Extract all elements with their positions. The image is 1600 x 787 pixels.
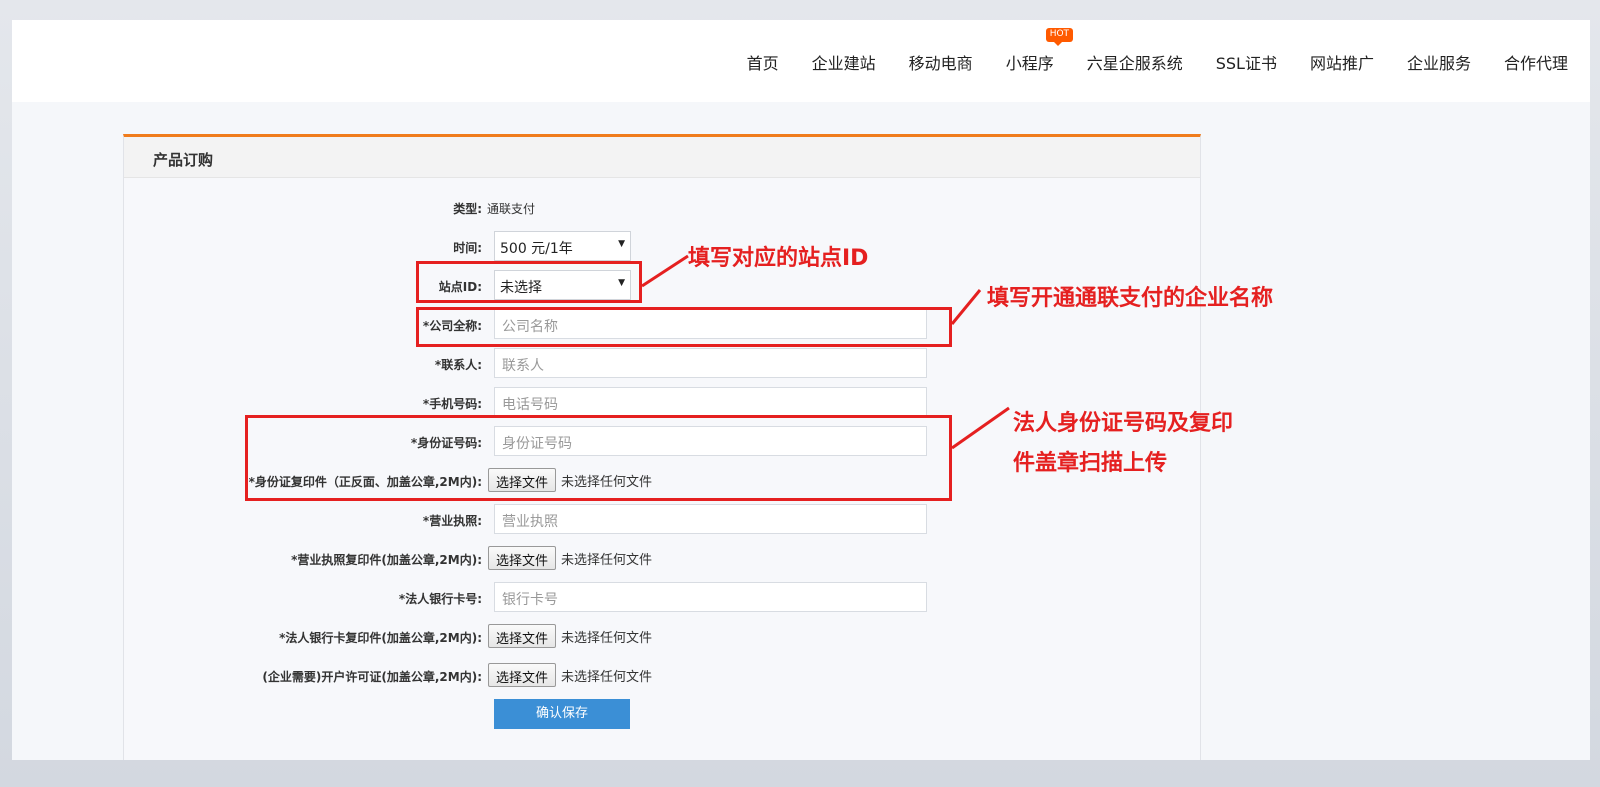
annotation-id-note-line2: 件盖章扫描上传: [1013, 451, 1168, 476]
annotation-site-id-note: 填写对应的站点ID: [688, 246, 869, 271]
annotation-company-note: 填写开通通联支付的企业名称: [987, 286, 1274, 311]
page-frame: 首页 企业建站 移动电商 小程序 HOT 六星企服系统 SSL证书 网站推广 企…: [12, 20, 1590, 760]
annotation-connector-lines: [641, 254, 1010, 450]
annotation-id-note-line1: 法人身份证号码及复印: [1013, 411, 1234, 436]
